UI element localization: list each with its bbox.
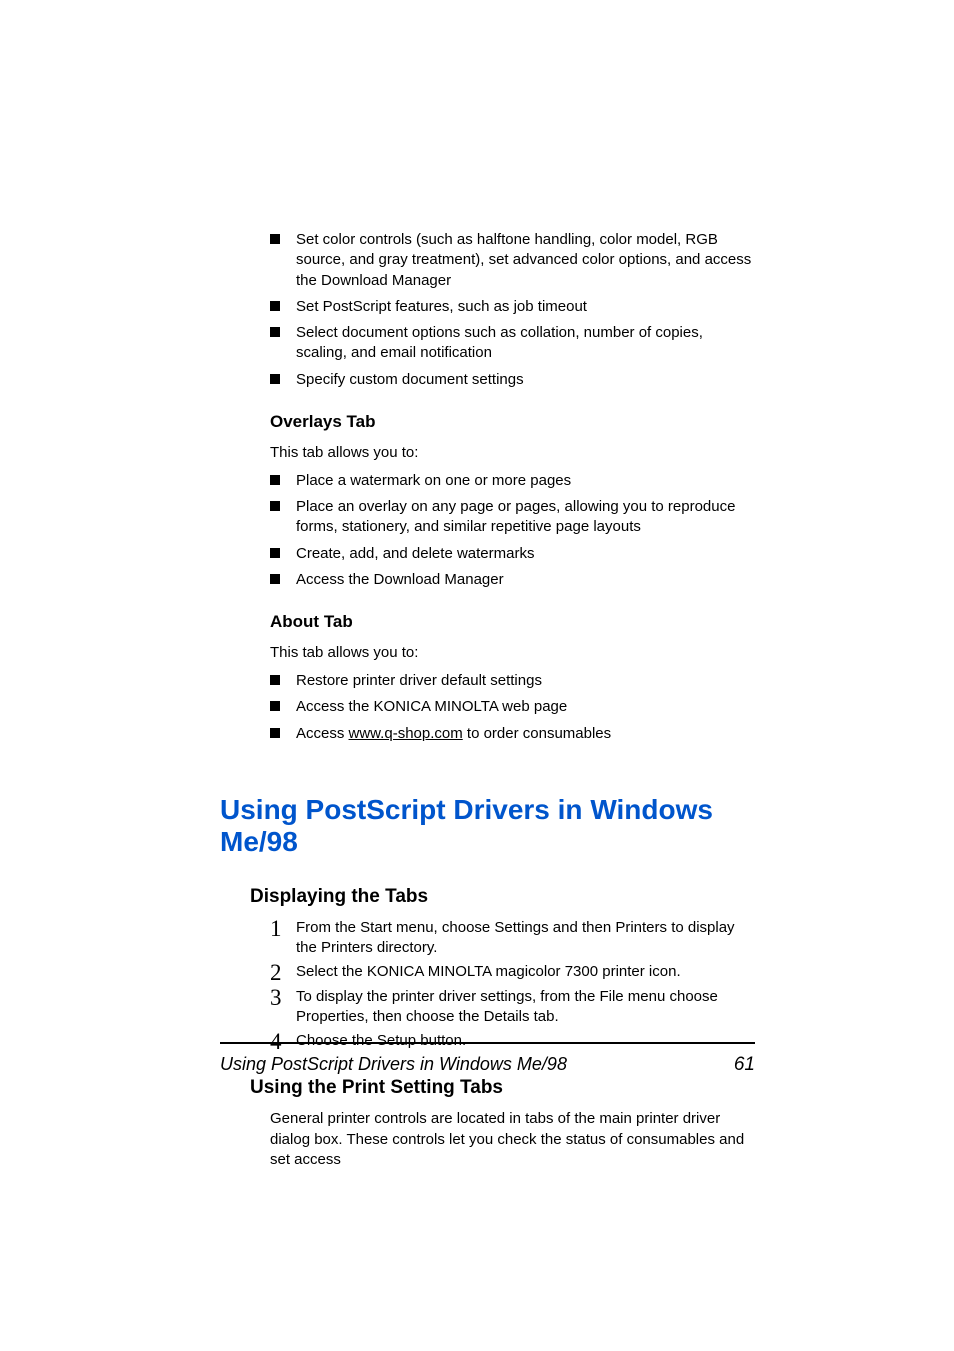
main-heading: Using PostScript Drivers in Windows Me/9… [220, 794, 755, 858]
about-bullet-list: Restore printer driver default settings … [270, 671, 755, 744]
footer-page-number: 61 [734, 1054, 755, 1076]
displaying-steps: 1From the Start menu, choose Settings an… [270, 918, 755, 1052]
displaying-heading: Displaying the Tabs [250, 886, 755, 908]
step-number: 3 [270, 982, 282, 1013]
about-intro: This tab allows you to: [270, 644, 755, 661]
overlays-intro: This tab allows you to: [270, 444, 755, 461]
top-bullet-list: Set color controls (such as halftone han… [270, 230, 755, 390]
step-text: From the Start menu, choose Settings and… [296, 919, 735, 956]
list-item: Set PostScript features, such as job tim… [270, 297, 755, 317]
list-item: Access www.q-shop.com to order consumabl… [270, 724, 755, 744]
text-suffix: to order consumables [463, 725, 611, 742]
list-item: Select document options such as collatio… [270, 323, 755, 364]
text-prefix: Access [296, 725, 349, 742]
list-item: Access the Download Manager [270, 570, 755, 590]
qshop-link[interactable]: www.q-shop.com [349, 725, 463, 742]
list-item: Set color controls (such as halftone han… [270, 230, 755, 291]
step-text: Select the KONICA MINOLTA magicolor 7300… [296, 963, 681, 980]
page-footer: Using PostScript Drivers in Windows Me/9… [220, 1042, 755, 1076]
using-heading: Using the Print Setting Tabs [250, 1077, 755, 1099]
list-item: Restore printer driver default settings [270, 671, 755, 691]
list-item: Place a watermark on one or more pages [270, 471, 755, 491]
step-item: 3To display the printer driver settings,… [270, 987, 755, 1028]
step-item: 1From the Start menu, choose Settings an… [270, 918, 755, 959]
overlays-heading: Overlays Tab [270, 412, 755, 432]
step-item: 2Select the KONICA MINOLTA magicolor 730… [270, 962, 755, 982]
list-item: Access the KONICA MINOLTA web page [270, 697, 755, 717]
about-heading: About Tab [270, 612, 755, 632]
using-body: General printer controls are located in … [270, 1109, 755, 1170]
list-item: Place an overlay on any page or pages, a… [270, 497, 755, 538]
list-item: Create, add, and delete watermarks [270, 544, 755, 564]
step-text: To display the printer driver settings, … [296, 988, 718, 1025]
overlays-bullet-list: Place a watermark on one or more pages P… [270, 471, 755, 590]
footer-title: Using PostScript Drivers in Windows Me/9… [220, 1054, 567, 1076]
list-item: Specify custom document settings [270, 370, 755, 390]
step-number: 1 [270, 913, 282, 944]
page-content: Set color controls (such as halftone han… [220, 230, 755, 1170]
